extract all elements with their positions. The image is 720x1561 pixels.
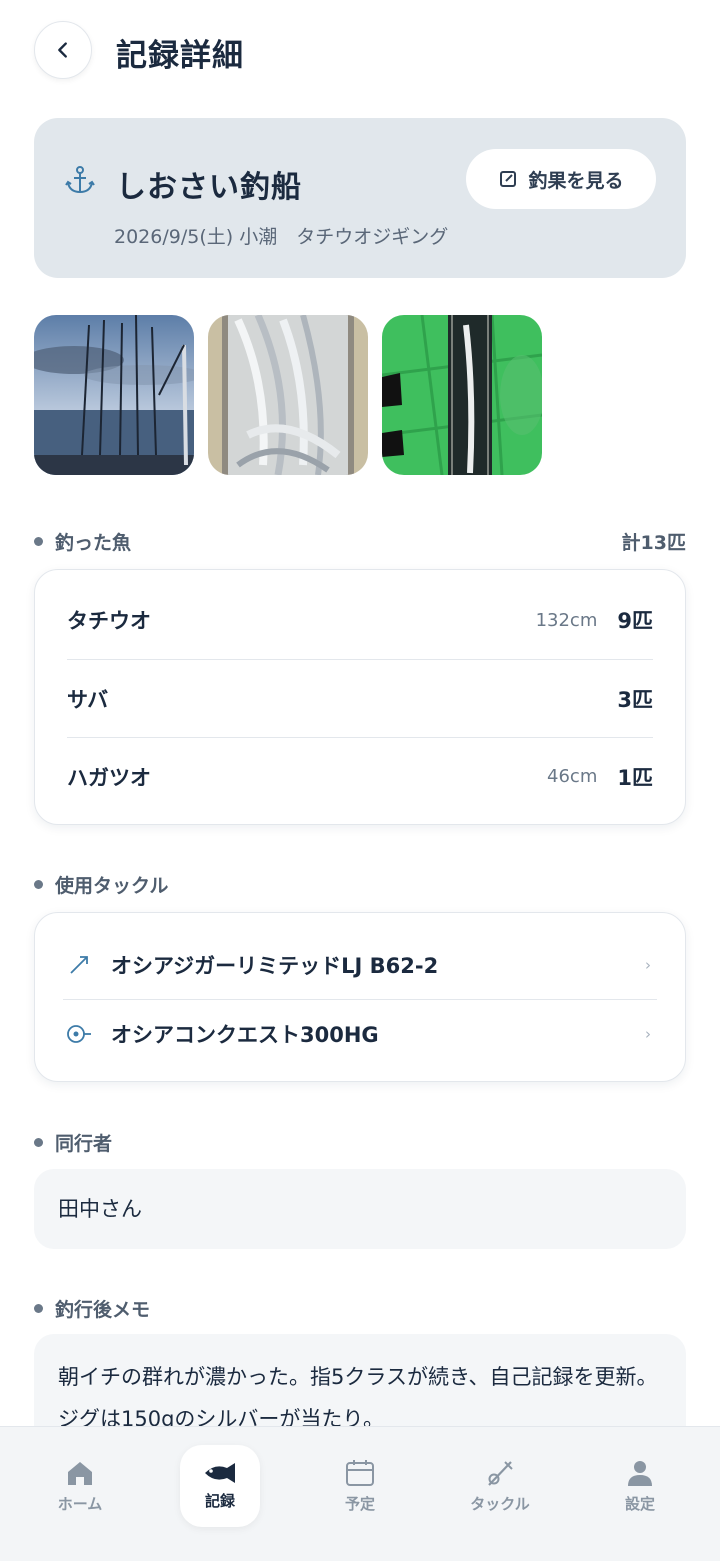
tab-tackle[interactable]: タックル <box>460 1445 540 1527</box>
tackle-name: オシアコンクエスト300HG <box>111 1022 379 1047</box>
fish-size: 46cm <box>547 766 598 787</box>
page-title: 記録詳細 <box>116 38 244 74</box>
memo-section-label: 釣行後メモ <box>34 1295 150 1322</box>
tackle-row-reel[interactable]: オシアコンクエスト300HG › <box>63 999 657 1067</box>
fish-row: ハガツオ 46cm 1匹 <box>67 737 653 815</box>
fish-icon <box>205 1462 235 1483</box>
fish-size: 132cm <box>535 609 598 631</box>
fish-count: 3匹 <box>617 687 653 712</box>
fish-name: ハガツオ <box>67 765 151 790</box>
trip-meta: 2026/9/5(土) 小潮 タチウオジギング <box>114 226 449 248</box>
tab-settings[interactable]: 設定 <box>600 1445 680 1527</box>
reel-icon <box>65 1020 93 1048</box>
fish-row: タチウオ 132cm 9匹 <box>67 581 653 659</box>
back-button[interactable] <box>34 21 92 79</box>
fish-count: 9匹 <box>617 609 653 633</box>
tab-label: ホーム <box>57 1494 103 1513</box>
chevron-right-icon: › <box>645 1024 651 1043</box>
photo-strip <box>34 315 542 475</box>
tab-home[interactable]: ホーム <box>40 1445 120 1527</box>
chevron-left-icon <box>58 42 67 58</box>
rod-icon <box>488 1460 513 1486</box>
user-icon <box>628 1460 652 1486</box>
external-link-icon <box>500 171 517 187</box>
bullet-dot <box>34 1138 43 1147</box>
tab-label: 予定 <box>344 1494 375 1513</box>
boat-name: しおさい釣船 <box>116 170 302 205</box>
memo-section-title: 釣行後メモ <box>55 1299 151 1321</box>
companion-section-label: 同行者 <box>34 1129 112 1156</box>
fish-total: 計13匹 <box>621 532 686 554</box>
fish-count: 1匹 <box>617 765 653 790</box>
view-catch-button[interactable]: 釣果を見る <box>466 149 656 209</box>
tab-records[interactable]: 記録 <box>180 1445 260 1527</box>
fish-name: サバ <box>67 687 109 712</box>
boat-sea-photo[interactable] <box>34 315 194 475</box>
tab-label: 設定 <box>624 1494 655 1513</box>
tackle-row-rod[interactable]: オシアジガーリミテッドLJ B62-2 › <box>63 931 657 999</box>
header: 記録詳細 <box>0 0 720 100</box>
tab-label: タックル <box>470 1494 530 1513</box>
home-icon <box>68 1461 92 1485</box>
companion-value: 田中さん <box>58 1197 142 1221</box>
fish-section-label: 釣った魚 <box>34 528 131 555</box>
tackle-section-label: 使用タックル <box>34 871 168 898</box>
fish-list-card: タチウオ 132cm 9匹 サバ 3匹 ハガツオ 46cm 1匹 <box>34 569 686 825</box>
fish-name: タチウオ <box>67 609 151 633</box>
tackle-list-card: オシアジガーリミテッドLJ B62-2 › オシアコンクエスト300HG › <box>34 912 686 1082</box>
fish-row: サバ 3匹 <box>67 659 653 737</box>
bullet-dot <box>34 880 43 889</box>
rod-icon <box>65 951 93 979</box>
fish-measure-photo[interactable] <box>382 315 542 475</box>
fish-section-title: 釣った魚 <box>55 532 132 554</box>
tab-label: 記録 <box>204 1491 235 1510</box>
companion-section-title: 同行者 <box>55 1133 113 1155</box>
tab-schedule[interactable]: 予定 <box>320 1445 400 1527</box>
view-catch-label: 釣果を見る <box>528 169 624 192</box>
calendar-icon <box>346 1459 374 1486</box>
bottom-tab-bar: ホーム 記録 予定 タックル 設定 <box>0 1426 720 1561</box>
bullet-dot <box>34 1304 43 1313</box>
tackle-name: オシアジガーリミテッドLJ B62-2 <box>111 954 439 978</box>
fish-cooler-photo[interactable] <box>208 315 368 475</box>
companion-card: 田中さん <box>34 1169 686 1249</box>
tackle-section-title: 使用タックル <box>55 875 169 897</box>
chevron-right-icon: › <box>645 956 651 974</box>
trip-card: しおさい釣船 釣果を見る 2026/9/5(土) 小潮 タチウオジギング <box>34 118 686 278</box>
bullet-dot <box>34 537 43 546</box>
anchor-icon <box>65 166 95 194</box>
